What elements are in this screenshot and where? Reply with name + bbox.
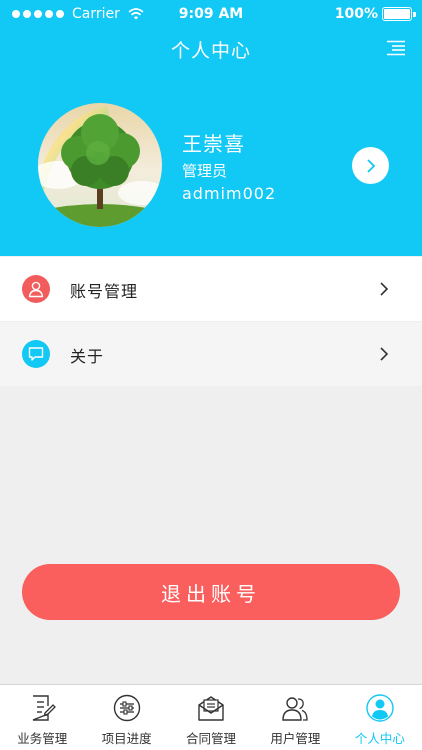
avatar[interactable] <box>38 103 162 227</box>
envelope-icon <box>198 696 224 721</box>
chevron-right-icon <box>366 158 375 173</box>
status-bar: Carrier 9:09 AM 100% <box>0 0 422 30</box>
battery-percent: 100% <box>334 6 378 22</box>
menu-list-icon[interactable] <box>386 40 406 56</box>
tab-label: 用户管理 <box>270 731 321 746</box>
profile-header: Carrier 9:09 AM 100% 个人中心 王崇喜 管理员 admim0… <box>0 0 422 256</box>
tab-bar: 业务管理 项目进度 合同管理 用户管理 个人中心 <box>0 684 422 750</box>
profile-detail-button[interactable] <box>352 147 389 184</box>
account-id: admim002 <box>182 184 277 203</box>
menu-item-label: 账号管理 <box>70 282 139 301</box>
sliders-icon <box>113 694 140 722</box>
tab-business[interactable]: 业务管理 <box>0 685 84 750</box>
tab-progress[interactable]: 项目进度 <box>84 685 168 750</box>
tab-label: 个人中心 <box>354 731 405 746</box>
menu-item-account[interactable]: 账号管理 <box>0 257 422 321</box>
user-role: 管理员 <box>182 162 228 180</box>
tab-contract[interactable]: 合同管理 <box>169 685 253 750</box>
tab-users[interactable]: 用户管理 <box>253 685 337 750</box>
tab-label: 项目进度 <box>101 731 152 746</box>
chevron-right-icon <box>380 347 389 361</box>
logout-button[interactable]: 退出账号 <box>22 564 400 620</box>
chevron-right-icon <box>380 282 389 296</box>
user-icon <box>22 275 50 303</box>
menu-item-label: 关于 <box>70 347 105 366</box>
status-right: 100% <box>334 6 416 22</box>
tab-profile[interactable]: 个人中心 <box>338 685 422 750</box>
tab-label: 合同管理 <box>186 731 237 746</box>
document-edit-icon <box>32 695 57 721</box>
battery-icon <box>382 7 416 21</box>
chat-bubble-icon <box>22 340 50 368</box>
person-icon <box>366 694 394 722</box>
users-icon <box>282 697 309 721</box>
tree-avatar-icon <box>38 103 162 227</box>
tab-label: 业务管理 <box>17 731 68 746</box>
page-title: 个人中心 <box>170 40 251 62</box>
menu-item-about[interactable]: 关于 <box>0 322 422 386</box>
user-name: 王崇喜 <box>182 132 245 156</box>
